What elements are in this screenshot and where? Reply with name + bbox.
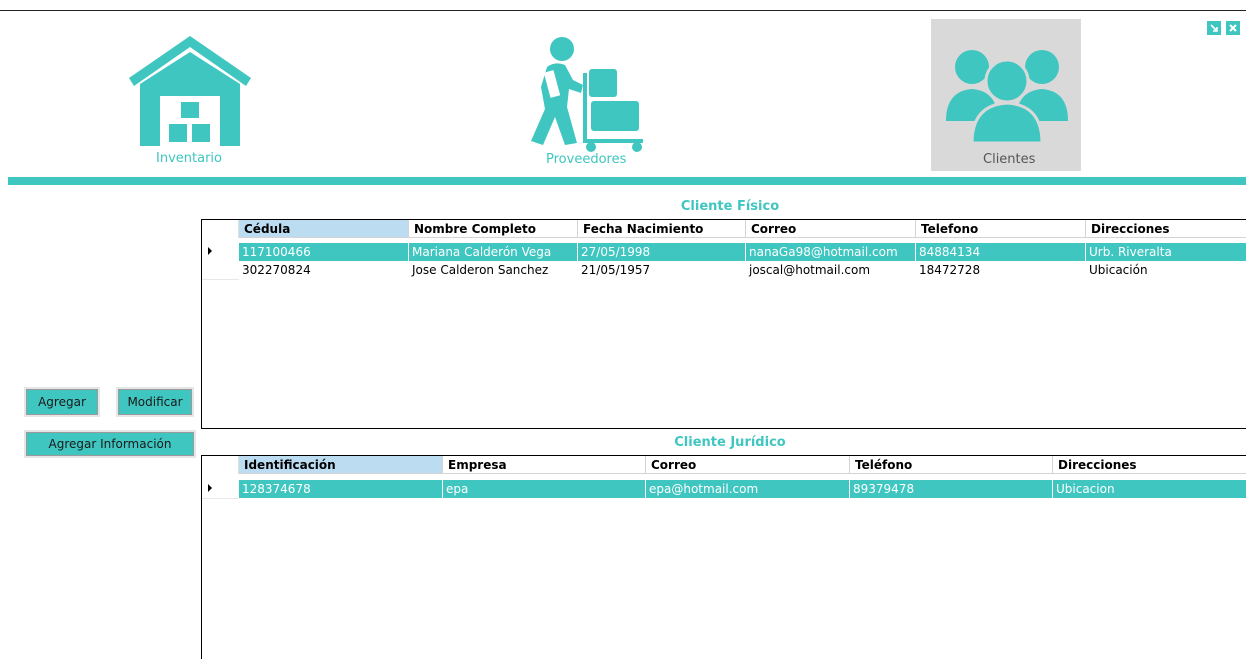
nav-inventario[interactable]: Inventario <box>120 30 260 170</box>
table-cell[interactable]: nanaGa98@hotmail.com <box>746 243 916 261</box>
table-cell[interactable]: Ubicación <box>1086 261 1246 279</box>
table-cell[interactable]: 18472728 <box>916 261 1086 279</box>
header-corner <box>202 456 239 474</box>
row-header[interactable] <box>202 243 239 262</box>
nav-label-proveedores: Proveedores <box>546 152 627 167</box>
nav-divider <box>8 177 1246 185</box>
column-header[interactable]: Direcciones <box>1053 456 1246 474</box>
cliente-fisico-grid[interactable]: Cédula Nombre Completo Fecha Nacimiento … <box>201 219 1246 429</box>
table-cell[interactable]: 89379478 <box>850 480 1053 498</box>
header-corner <box>202 220 239 238</box>
delivery-worker-icon <box>531 37 643 152</box>
current-row-arrow-icon <box>208 247 212 255</box>
agregar-button[interactable]: Agregar <box>24 387 100 417</box>
grid-header: Identificación Empresa Correo Teléfono D… <box>202 456 1246 474</box>
users-group-icon <box>946 50 1068 145</box>
column-header[interactable]: Fecha Nacimiento <box>578 220 746 238</box>
column-header[interactable]: Empresa <box>443 456 646 474</box>
column-header[interactable]: Cédula <box>239 220 409 238</box>
grid-header: Cédula Nombre Completo Fecha Nacimiento … <box>202 220 1246 238</box>
nav-clientes[interactable]: Clientes <box>931 19 1081 171</box>
nav-label-inventario: Inventario <box>156 151 222 166</box>
nav-proveedores[interactable]: Proveedores <box>520 30 660 170</box>
restore-icon[interactable] <box>1207 21 1221 35</box>
column-header[interactable]: Direcciones <box>1086 220 1246 238</box>
window-top-border <box>0 10 1246 11</box>
column-header[interactable]: Identificación <box>239 456 443 474</box>
modificar-button[interactable]: Modificar <box>116 387 194 417</box>
table-cell[interactable]: 84884134 <box>916 243 1086 261</box>
table-cell[interactable]: Ubicacion <box>1053 480 1246 498</box>
table-row[interactable]: 302270824 Jose Calderon Sanchez 21/05/19… <box>202 261 1246 280</box>
cliente-juridico-title: Cliente Jurídico <box>674 435 786 450</box>
table-cell[interactable]: epa@hotmail.com <box>646 480 850 498</box>
column-header[interactable]: Correo <box>646 456 850 474</box>
cliente-fisico-title: Cliente Físico <box>680 199 780 214</box>
table-row[interactable]: 128374678 epa epa@hotmail.com 89379478 U… <box>202 480 1246 499</box>
table-cell[interactable]: 27/05/1998 <box>578 243 746 261</box>
warehouse-icon <box>129 36 251 146</box>
column-header[interactable]: Nombre Completo <box>409 220 578 238</box>
cliente-juridico-grid[interactable]: Identificación Empresa Correo Teléfono D… <box>201 455 1246 659</box>
table-cell[interactable]: 21/05/1957 <box>578 261 746 279</box>
agregar-informacion-button[interactable]: Agregar Información <box>24 430 196 458</box>
column-header[interactable]: Telefono <box>916 220 1086 238</box>
table-cell[interactable]: 117100466 <box>239 243 409 261</box>
row-header[interactable] <box>202 480 239 499</box>
table-cell[interactable]: joscal@hotmail.com <box>746 261 916 279</box>
current-row-arrow-icon <box>208 484 212 492</box>
table-cell[interactable]: Mariana Calderón Vega <box>409 243 578 261</box>
table-row[interactable]: 117100466 Mariana Calderón Vega 27/05/19… <box>202 243 1246 262</box>
close-icon[interactable] <box>1226 21 1240 35</box>
table-cell[interactable]: 302270824 <box>239 261 409 279</box>
table-cell[interactable]: Urb. Riveralta <box>1086 243 1246 261</box>
table-cell[interactable]: 128374678 <box>239 480 443 498</box>
row-header[interactable] <box>202 261 239 280</box>
table-cell[interactable]: epa <box>443 480 646 498</box>
column-header[interactable]: Correo <box>746 220 916 238</box>
table-cell[interactable]: Jose Calderon Sanchez <box>409 261 578 279</box>
column-header[interactable]: Teléfono <box>850 456 1053 474</box>
nav-label-clientes: Clientes <box>983 152 1036 167</box>
